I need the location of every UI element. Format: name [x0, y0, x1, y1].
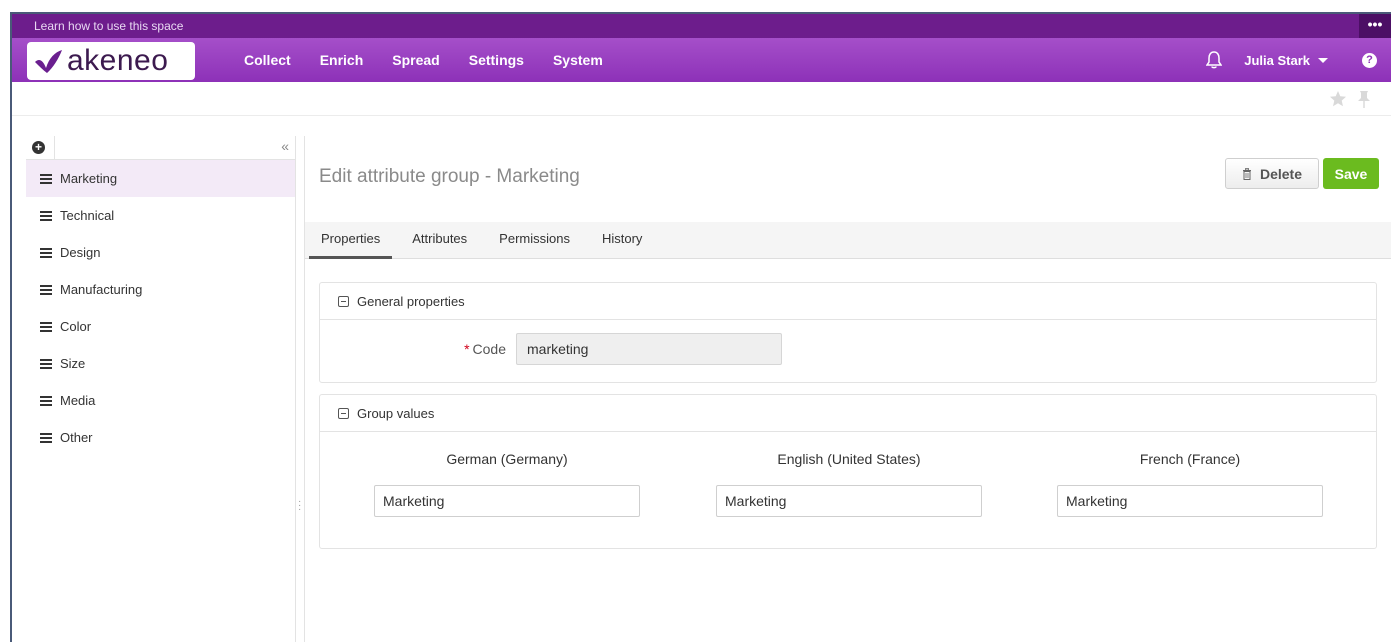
nav-item-collect[interactable]: Collect	[244, 52, 291, 68]
drag-handle-icon[interactable]	[40, 173, 52, 184]
nav-item-system[interactable]: System	[553, 52, 603, 68]
label-field-fr-fr[interactable]: Marketing	[1057, 485, 1323, 517]
group-values-panel: Group values German (Germany) Marketing …	[319, 394, 1377, 549]
locale-label: German (Germany)	[446, 451, 568, 467]
drag-handle-icon[interactable]	[40, 358, 52, 369]
nav-item-spread[interactable]: Spread	[392, 52, 439, 68]
sidebar-item-other[interactable]: Other	[26, 419, 295, 456]
sidebar-item-color[interactable]: Color	[26, 308, 295, 345]
sidebar-item-label: Size	[60, 356, 86, 371]
main-menu: Collect Enrich Spread Settings System	[244, 38, 632, 82]
locale-english: English (United States) Marketing	[716, 451, 982, 517]
collapse-icon[interactable]	[338, 295, 349, 307]
sub-toolbar	[12, 82, 1391, 116]
required-marker: *	[464, 341, 470, 357]
general-properties-title: General properties	[357, 293, 465, 309]
locale-label: French (France)	[1139, 451, 1241, 467]
sidebar-item-label: Color	[60, 319, 92, 334]
general-properties-header[interactable]: General properties	[320, 283, 1376, 320]
sidebar-item-technical[interactable]: Technical	[26, 197, 295, 234]
sidebar-item-size[interactable]: Size	[26, 345, 295, 382]
nav-item-settings[interactable]: Settings	[469, 52, 524, 68]
code-field[interactable]: marketing	[516, 333, 782, 365]
user-menu[interactable]: Julia Stark	[1244, 53, 1328, 68]
sidebar-item-label: Technical	[60, 208, 115, 223]
drag-handle-icon[interactable]	[40, 247, 52, 258]
top-navbar: akeneo Collect Enrich Spread Settings Sy…	[12, 38, 1391, 82]
drag-handle-icon[interactable]	[40, 432, 52, 443]
akeneo-logo-icon	[35, 50, 62, 73]
delete-button-label: Delete	[1259, 165, 1303, 182]
sidebar-toolbar: + «	[26, 136, 295, 160]
sidebar-item-label: Media	[60, 393, 96, 408]
label-field-en-us[interactable]: Marketing	[716, 485, 982, 517]
sidebar-item-label: Marketing	[60, 171, 118, 186]
bell-icon[interactable]	[1206, 51, 1223, 69]
tab-permissions[interactable]: Permissions	[487, 231, 582, 258]
save-button[interactable]: Save	[1323, 158, 1379, 189]
collapse-icon[interactable]	[338, 407, 349, 419]
sidebar-toolbar-divider	[54, 136, 55, 160]
delete-button[interactable]: Delete	[1225, 158, 1319, 189]
sidebar-item-label: Other	[60, 430, 93, 445]
general-properties-panel: General properties * Code marketing	[319, 282, 1377, 383]
sidebar-item-label: Manufacturing	[60, 282, 143, 297]
learn-bar: Learn how to use this space •••	[12, 14, 1391, 38]
akeneo-logo[interactable]: akeneo	[27, 42, 195, 80]
sidebar-item-label: Design	[60, 245, 101, 260]
resize-handle-icon[interactable]: · · ·	[298, 497, 302, 515]
page-title: Edit attribute group - Marketing	[319, 166, 580, 187]
code-row: * Code marketing	[320, 333, 1376, 365]
learn-bar-text[interactable]: Learn how to use this space	[34, 19, 183, 33]
code-label: * Code	[464, 341, 506, 357]
drag-handle-icon[interactable]	[40, 321, 52, 332]
group-values-title: Group values	[357, 405, 435, 421]
locale-label: English (United States)	[777, 451, 921, 467]
chevron-down-icon	[1318, 57, 1328, 63]
tab-bar: Properties Attributes Permissions Histor…	[305, 222, 1391, 259]
pin-icon[interactable]	[1357, 90, 1371, 108]
tab-properties[interactable]: Properties	[309, 231, 393, 259]
tab-attributes[interactable]: Attributes	[400, 231, 479, 258]
sidebar-item-manufacturing[interactable]: Manufacturing	[26, 271, 295, 308]
nav-item-enrich[interactable]: Enrich	[320, 52, 364, 68]
trash-icon	[1242, 167, 1251, 180]
label-field-de-de[interactable]: Marketing	[374, 485, 640, 517]
nav-right: Julia Stark ?	[1206, 38, 1377, 82]
collapse-sidebar-icon[interactable]: «	[281, 138, 289, 154]
add-group-icon[interactable]: +	[32, 141, 45, 154]
help-icon[interactable]: ?	[1362, 52, 1377, 68]
sidebar-item-media[interactable]: Media	[26, 382, 295, 419]
user-name: Julia Stark	[1244, 52, 1310, 68]
star-icon[interactable]	[1329, 90, 1347, 108]
app-frame: Learn how to use this space ••• akeneo C…	[10, 12, 1391, 642]
group-values-header[interactable]: Group values	[320, 395, 1376, 432]
locale-french: French (France) Marketing	[1057, 451, 1323, 517]
main-content: Edit attribute group - Marketing Delete …	[305, 136, 1391, 642]
drag-handle-icon[interactable]	[40, 284, 52, 295]
sidebar-item-marketing[interactable]: Marketing	[26, 160, 295, 197]
akeneo-logo-text: akeneo	[67, 44, 169, 77]
sidebar-item-design[interactable]: Design	[26, 234, 295, 271]
more-options-button[interactable]: •••	[1359, 14, 1391, 38]
code-label-text: Code	[472, 341, 506, 357]
attribute-group-sidebar: + « Marketing Technical Design Manufactu…	[26, 136, 296, 642]
tab-history[interactable]: History	[590, 231, 654, 258]
drag-handle-icon[interactable]	[40, 210, 52, 221]
drag-handle-icon[interactable]	[40, 395, 52, 406]
locale-german: German (Germany) Marketing	[374, 451, 640, 517]
